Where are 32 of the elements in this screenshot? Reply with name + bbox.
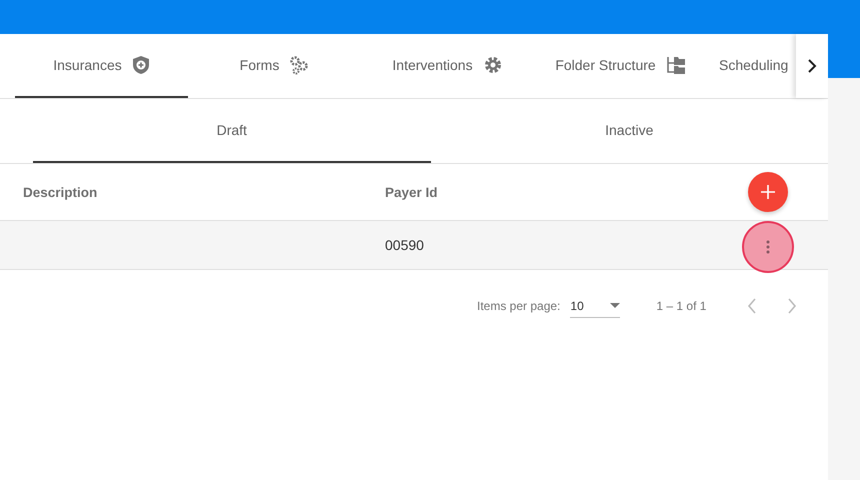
- tab[interactable]: Interventions: [361, 34, 534, 98]
- tab-scroll-right-button[interactable]: [796, 34, 828, 98]
- tab-label: Forms: [240, 57, 280, 73]
- tab[interactable]: Insurances: [15, 34, 188, 98]
- table-cell-text: 00590: [385, 237, 425, 253]
- more-button[interactable]: [742, 221, 794, 273]
- tab-label: Scheduling: [719, 57, 788, 73]
- tab[interactable]: Folder Structure: [534, 34, 707, 98]
- gear-icon: [482, 55, 503, 75]
- plus-icon: [759, 183, 777, 201]
- chevron-right-icon: [807, 59, 817, 73]
- add-button[interactable]: [748, 172, 788, 212]
- page-size-select[interactable]: 10: [570, 294, 620, 318]
- header-bar-extension: [828, 34, 860, 78]
- items-per-page-label: Items per page:: [477, 299, 560, 313]
- folder-tree-icon: [666, 55, 686, 75]
- tab-label: Interventions: [392, 57, 473, 73]
- tab[interactable]: Scheduling: [707, 34, 796, 98]
- chevron-right-icon: [787, 298, 798, 314]
- chevron-left-icon: [747, 298, 758, 314]
- page-range-label: 1 – 1 of 1: [656, 299, 706, 313]
- tab-label: Insurances: [53, 57, 122, 73]
- tab[interactable]: Draft: [33, 99, 430, 163]
- shield-plus-icon: [132, 55, 150, 75]
- dropdown-arrow-icon: [610, 303, 620, 308]
- more-vertical-icon: [766, 240, 770, 254]
- column-header: Description: [22, 184, 98, 200]
- column-header: Payer Id: [385, 184, 439, 200]
- tab[interactable]: Forms: [188, 34, 361, 98]
- tab[interactable]: Inactive: [430, 99, 828, 163]
- tab-label: Folder Structure: [555, 57, 656, 73]
- gears-icon: [289, 55, 310, 75]
